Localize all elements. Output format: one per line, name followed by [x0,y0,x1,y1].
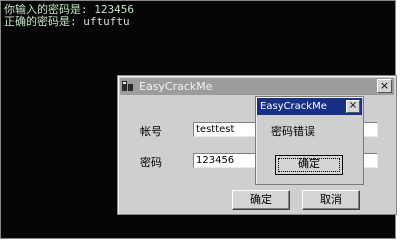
password-label: 密码 [140,156,162,169]
console-correct-password-line: 正确的密码是: uftuftu [4,15,130,28]
account-label: 帐号 [140,125,162,138]
message-box-ok-button[interactable]: 确定 [275,155,343,175]
screen: 你输入的密码是: 123456 正确的密码是: uftuftu EasyCrac… [0,0,400,243]
message-box-close-button[interactable]: × [346,100,360,113]
app-icon [121,79,135,93]
message-box-titlebar[interactable]: EasyCrackMe × [257,98,362,115]
cancel-button[interactable]: 取消 [302,190,360,210]
message-box-ok-label: 确定 [298,157,320,170]
error-message-box: EasyCrackMe × 密码错误 确定 [255,96,364,185]
dialog-close-button[interactable]: × [377,79,392,93]
ok-button[interactable]: 确定 [232,190,290,210]
message-box-title: EasyCrackMe [260,101,327,112]
dialog-titlebar[interactable]: EasyCrackMe × [120,78,394,95]
close-icon: × [348,100,358,111]
dialog-title: EasyCrackMe [139,80,213,93]
error-message-text: 密码错误 [271,125,315,138]
close-icon: × [379,79,390,92]
